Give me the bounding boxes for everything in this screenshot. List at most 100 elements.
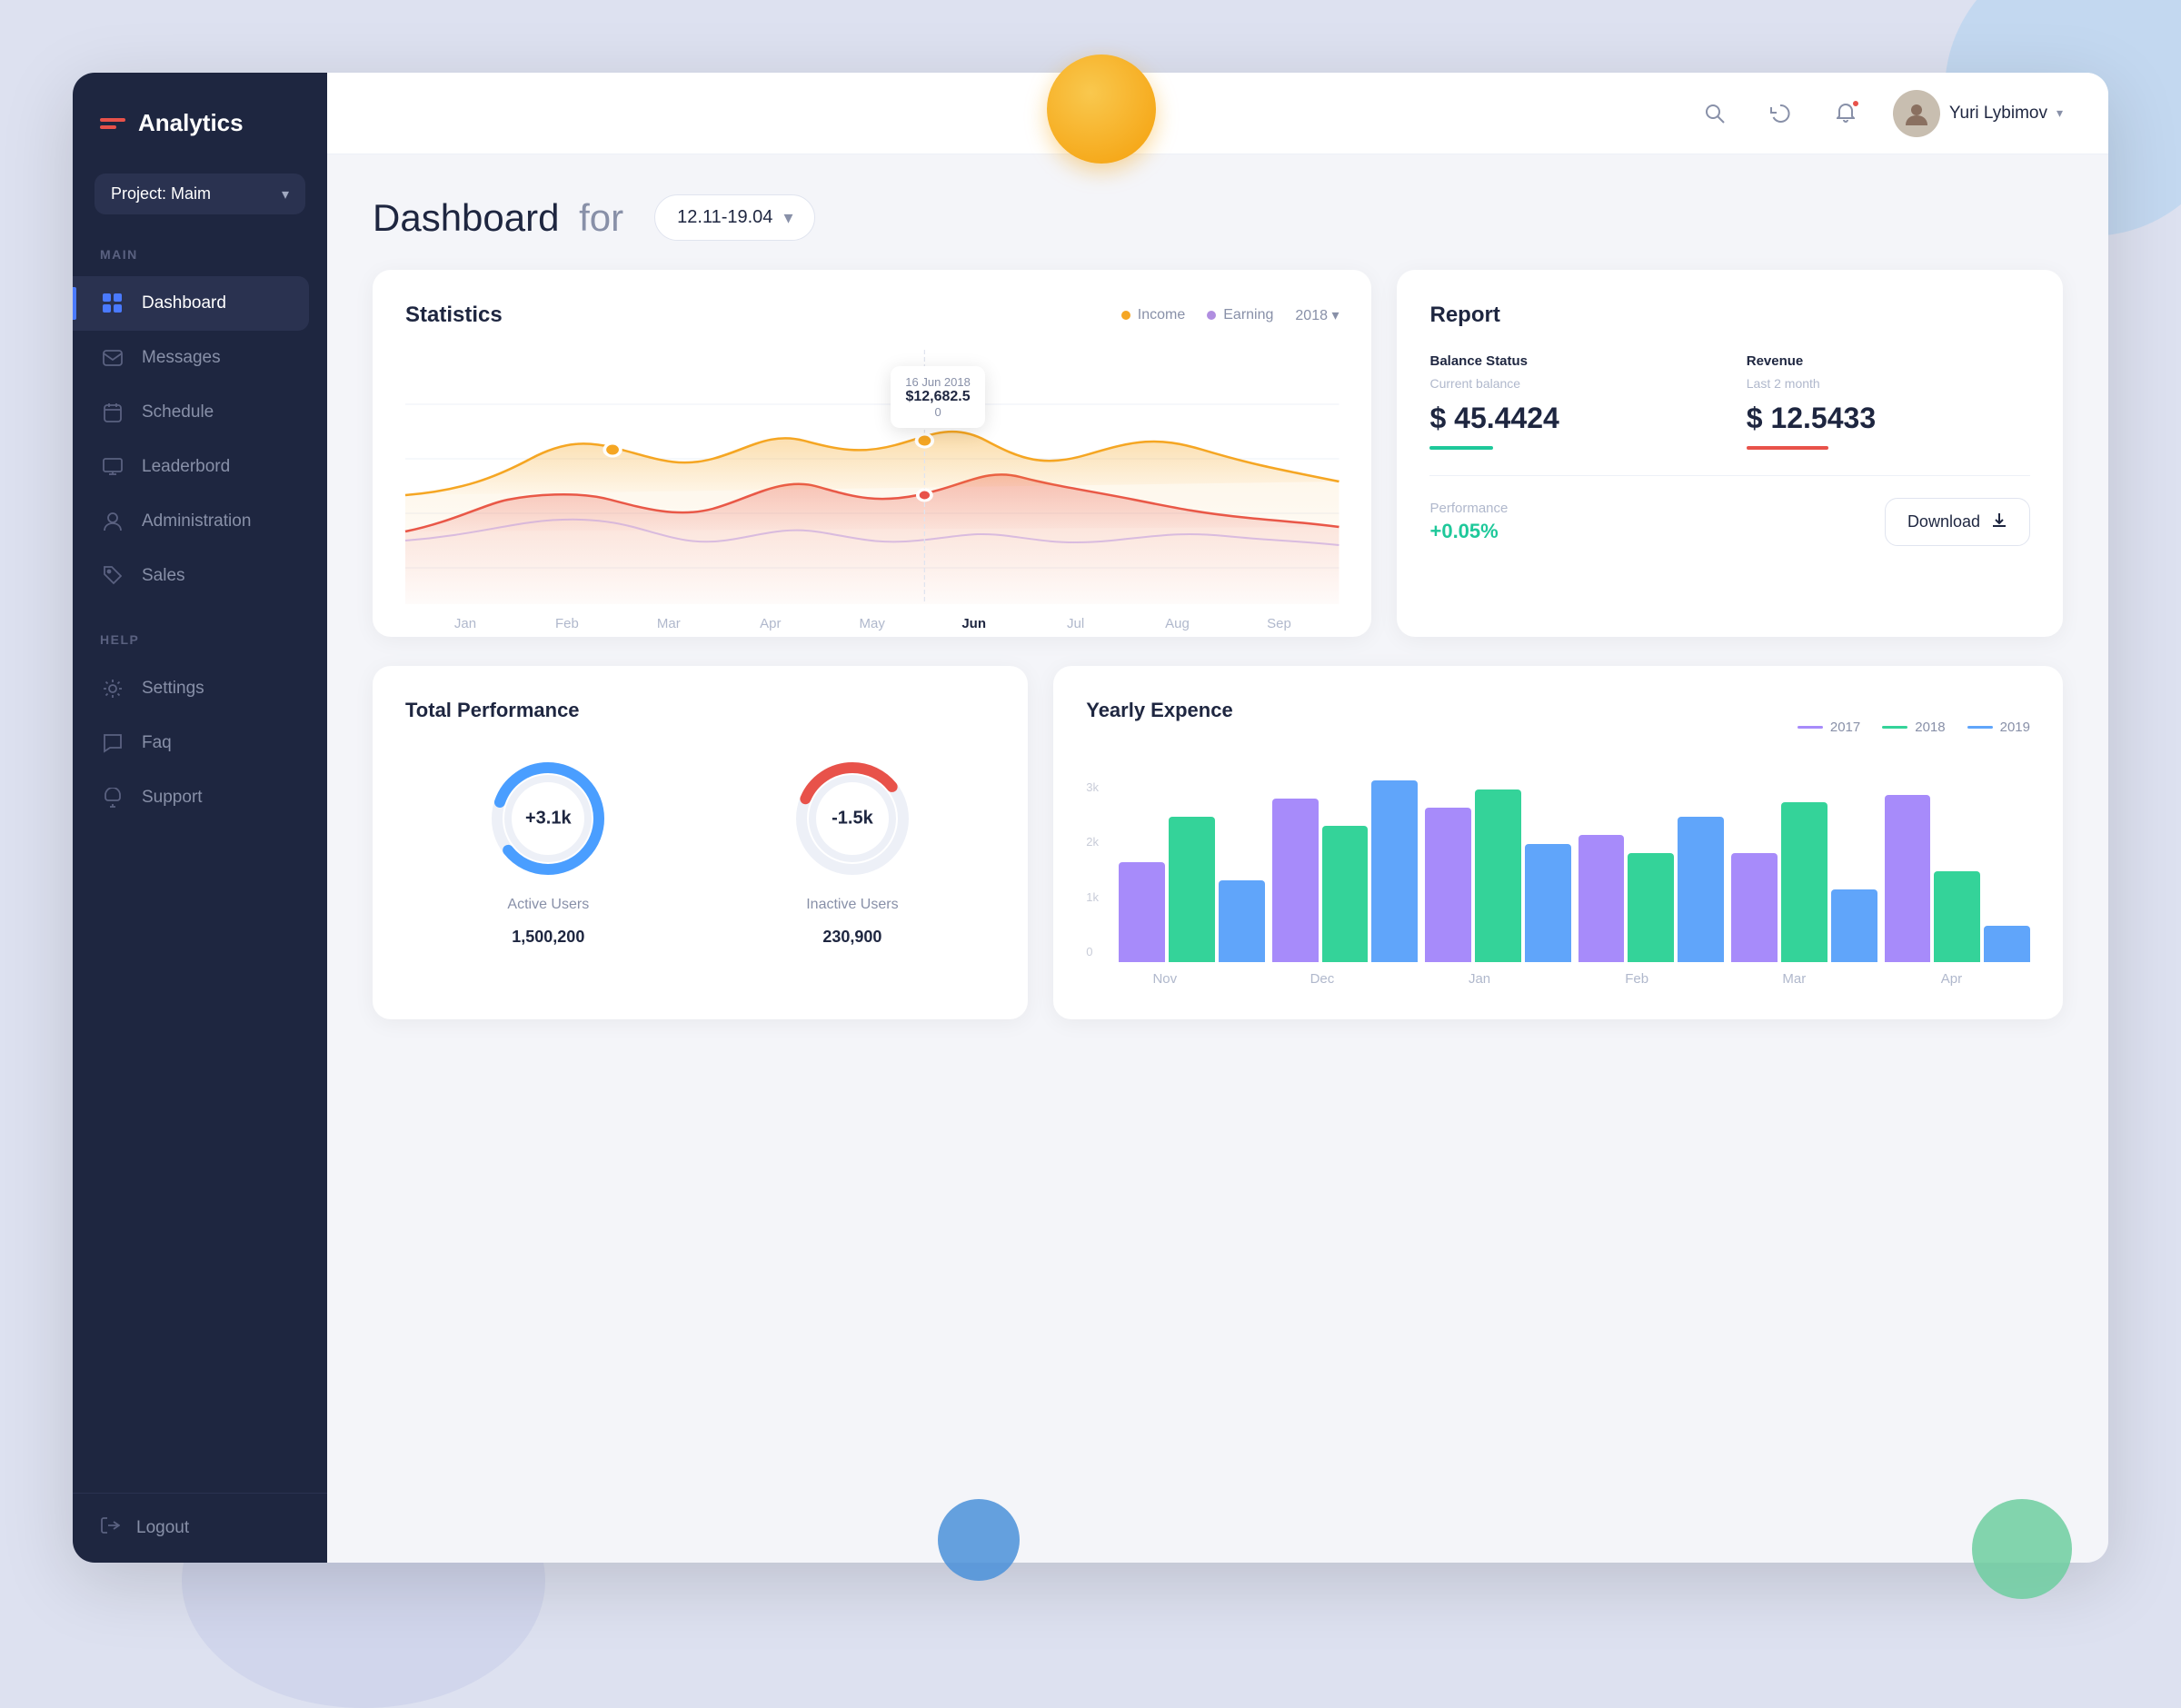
sidebar-item-sales[interactable]: Sales [73, 549, 327, 603]
bar-nov-2018 [1169, 817, 1215, 962]
revenue-col: Revenue Last 2 month $ 12.5433 [1747, 353, 2030, 450]
notification-badge [1851, 99, 1860, 108]
tag-icon [100, 563, 125, 589]
refresh-button[interactable] [1762, 95, 1798, 132]
download-label: Download [1907, 512, 1980, 531]
inactive-users-count: 230,900 [822, 928, 881, 947]
report-title: Report [1429, 303, 2030, 328]
bar-group-jan [1425, 780, 1570, 962]
bar-chart [1119, 780, 2030, 962]
bar-group-apr [1885, 780, 2030, 962]
sidebar-item-messages-label: Messages [142, 348, 221, 368]
active-donut-label: +3.1k [525, 809, 572, 829]
x-label-aug: Aug [1127, 616, 1229, 631]
sidebar-item-administration[interactable]: Administration [73, 494, 327, 549]
project-selector[interactable]: Project: Maim ▾ [95, 174, 305, 214]
y-label-1k: 1k [1086, 890, 1099, 904]
x-label-apr: Apr [1873, 971, 2030, 987]
yearly-expense-title: Yearly Expence [1086, 699, 1232, 722]
income-label: Income [1138, 307, 1185, 323]
sidebar-item-dashboard-label: Dashboard [142, 293, 226, 313]
sidebar-item-settings[interactable]: Settings [73, 661, 327, 716]
stats-header: Statistics Income Earning 2018 [405, 303, 1339, 328]
balance-bar [1429, 446, 1493, 450]
nav-main-items: Dashboard Messages [73, 276, 327, 603]
legend-2017-label: 2017 [1830, 720, 1860, 735]
active-donut-chart: +3.1k [484, 755, 612, 882]
x-label-apr: Apr [720, 616, 822, 631]
inactive-donut-chart: -1.5k [789, 755, 916, 882]
sidebar-item-faq-label: Faq [142, 733, 172, 753]
performance-value: +0.05% [1429, 520, 1508, 543]
x-label-nov: Nov [1086, 971, 1243, 987]
bg-orb-bottom-center [938, 1499, 1020, 1581]
yearly-expense-card: Yearly Expence 2017 2018 [1053, 666, 2063, 1019]
mail-icon [100, 345, 125, 371]
sidebar-item-dashboard[interactable]: Dashboard [73, 276, 309, 331]
year-selector[interactable]: 2018 ▾ [1295, 306, 1339, 324]
page-title: Dashboard for [373, 196, 632, 240]
bar-group-dec [1272, 780, 1418, 962]
sidebar-item-schedule-label: Schedule [142, 402, 214, 422]
report-divider [1429, 475, 2030, 476]
x-label-jan: Jan [414, 616, 516, 631]
gear-icon [100, 676, 125, 701]
sidebar-item-faq[interactable]: Faq [73, 716, 327, 770]
nav-main-label: MAIN [73, 247, 327, 276]
project-label: Project: Maim [111, 184, 211, 204]
line-chart-svg [405, 350, 1339, 604]
bar-mar-2019 [1831, 889, 1877, 962]
x-label-jul: Jul [1025, 616, 1127, 631]
notification-button[interactable] [1827, 95, 1864, 132]
monitor-icon [100, 454, 125, 480]
bg-orb-top [1047, 55, 1156, 164]
chat-icon [100, 730, 125, 756]
x-label-sep: Sep [1229, 616, 1330, 631]
report-performance: Performance +0.05% Download [1429, 498, 2030, 546]
sidebar-item-leaderboard[interactable]: Leaderbord [73, 440, 327, 494]
nav-help-label: HELP [73, 632, 327, 661]
sidebar-item-settings-label: Settings [142, 679, 204, 699]
performance-label: Performance [1429, 501, 1508, 516]
topbar: Yuri Lybimov ▾ [327, 73, 2108, 154]
last-2-month-label: Last 2 month [1747, 376, 2030, 391]
legend-2018: 2018 [1882, 720, 1945, 735]
sidebar-item-sales-label: Sales [142, 566, 185, 586]
balance-amount: $ 45.4424 [1429, 402, 1713, 435]
calendar-icon [100, 400, 125, 425]
legend-2019-label: 2019 [2000, 720, 2030, 735]
legend-2018-label: 2018 [1915, 720, 1945, 735]
bar-mar-2017 [1731, 853, 1778, 962]
bar-dec-2017 [1272, 799, 1319, 962]
bar-apr-2019 [1984, 926, 2030, 962]
earning-dot [1207, 311, 1216, 320]
logo-icon [100, 118, 125, 129]
bar-apr-2018 [1934, 871, 1980, 962]
bar-nov-2019 [1219, 880, 1265, 962]
user-chevron-icon: ▾ [2057, 105, 2063, 121]
sidebar-item-support-label: Support [142, 788, 203, 808]
x-label-feb: Feb [516, 616, 618, 631]
x-label-mar: Mar [618, 616, 720, 631]
download-button[interactable]: Download [1885, 498, 2030, 546]
active-users-donut: +3.1k Active Users 1,500,200 [484, 755, 612, 947]
dashboard-header: Dashboard for 12.11-19.04 ▾ [373, 194, 2063, 241]
y-label-0: 0 [1086, 945, 1099, 958]
legend-2017: 2017 [1798, 720, 1860, 735]
username: Yuri Lybimov [1949, 104, 2047, 124]
sidebar-item-support[interactable]: Support [73, 770, 327, 825]
date-range-selector[interactable]: 12.11-19.04 ▾ [654, 194, 815, 241]
sidebar-item-schedule[interactable]: Schedule [73, 385, 327, 440]
x-label-feb: Feb [1559, 971, 1716, 987]
report-columns: Balance Status Current balance $ 45.4424… [1429, 353, 2030, 450]
inactive-users-donut: -1.5k Inactive Users 230,900 [789, 755, 916, 947]
bar-apr-2017 [1885, 795, 1931, 962]
sidebar-item-administration-label: Administration [142, 511, 251, 531]
balance-status-label: Balance Status [1429, 353, 1713, 369]
user-menu[interactable]: Yuri Lybimov ▾ [1893, 90, 2063, 137]
sidebar-item-messages[interactable]: Messages [73, 331, 327, 385]
sidebar: Analytics Project: Maim ▾ MAIN Dashboard [73, 73, 327, 1563]
revenue-label: Revenue [1747, 353, 2030, 369]
logout-button[interactable]: Logout [73, 1493, 327, 1563]
search-button[interactable] [1697, 95, 1733, 132]
